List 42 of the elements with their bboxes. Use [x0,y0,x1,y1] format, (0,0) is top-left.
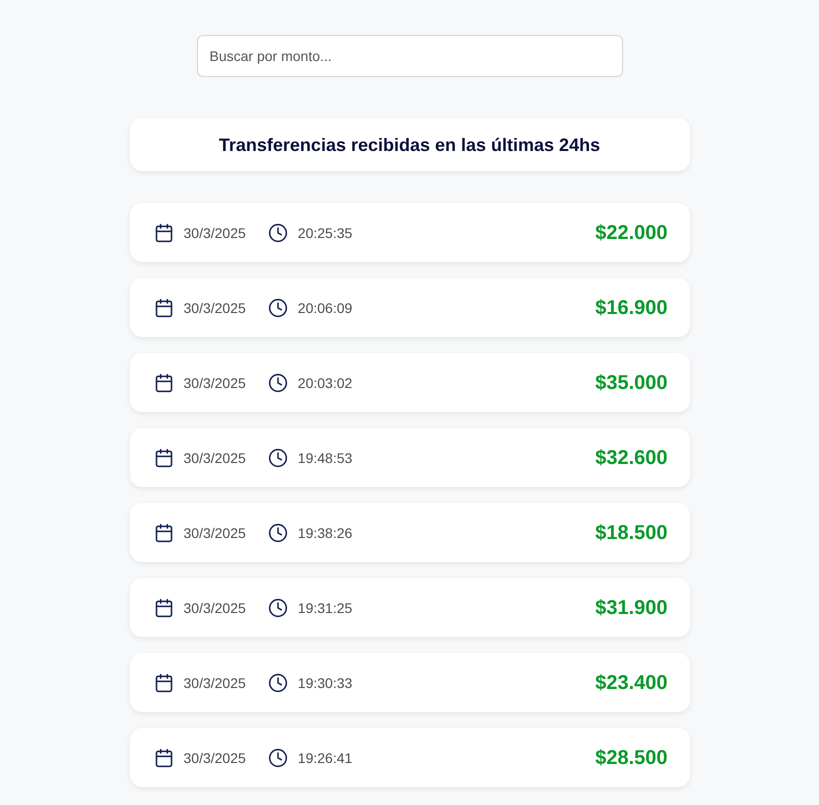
transfer-date: 30/3/2025 [184,448,246,468]
transfer-amount: $28.500 [595,746,668,770]
transfer-time: 19:30:33 [298,674,352,692]
calendar-icon [154,748,174,768]
clock-icon [268,448,288,468]
transfer-time: 20:25:35 [298,224,352,242]
transfer-amount: $31.900 [595,596,668,620]
calendar-icon [154,222,174,242]
calendar-icon [154,672,174,692]
calendar-icon [154,598,174,618]
clock-icon [268,598,288,618]
clock-icon [268,372,288,392]
calendar-icon [154,372,174,392]
transfer-date: 30/3/2025 [184,748,246,768]
page-title: Transferencias recibidas en las últimas 24hs [218,134,600,156]
transfer-amount: $35.000 [595,370,668,396]
transfer-time: 19:38:26 [298,524,352,542]
transfer-date: 30/3/2025 [184,298,246,318]
transfer-amount: $18.500 [595,520,668,546]
transfer-date: 30/3/2025 [184,674,246,692]
clock-icon [268,748,288,768]
calendar-icon [154,448,174,468]
transfer-date: 30/3/2025 [184,524,246,542]
clock-icon [268,672,288,692]
transfer-amount: $23.400 [595,670,668,696]
search-field[interactable]: Buscar por monto... [196,35,622,77]
transfer-time: 20:03:02 [298,374,352,392]
transfer-time: 20:06:09 [298,298,352,318]
clock-icon [268,222,288,242]
clock-icon [268,298,288,318]
calendar-icon [154,298,174,318]
transfer-time: 19:48:53 [298,448,352,468]
transfer-date: 30/3/2025 [184,374,246,392]
transfer-date: 30/3/2025 [184,598,246,618]
calendar-icon [154,522,174,542]
transfer-date: 30/3/2025 [184,224,246,242]
transfer-time: 19:31:25 [298,598,352,618]
clock-icon [268,522,288,542]
transfer-amount: $16.900 [595,296,668,320]
transfer-amount: $22.000 [595,220,668,246]
transfer-amount: $32.600 [595,446,668,470]
transfer-time: 19:26:41 [298,748,352,768]
